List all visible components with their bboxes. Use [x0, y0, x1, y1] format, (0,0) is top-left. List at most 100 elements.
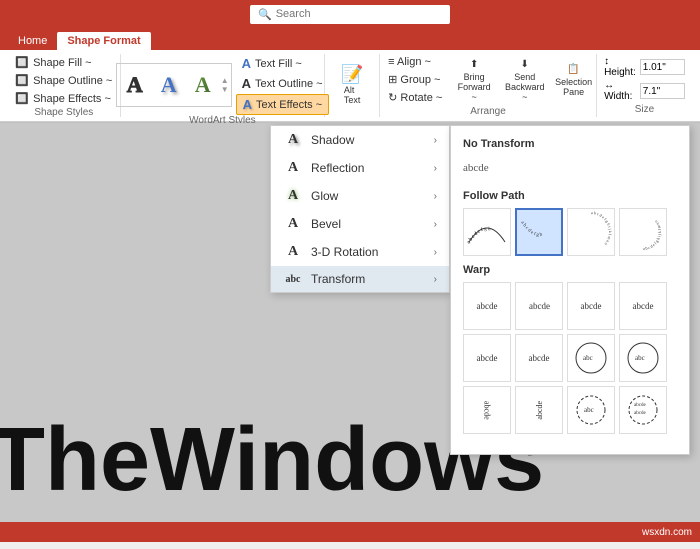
- main-area: TheWindows A Shadow › A Reflection › A G…: [0, 123, 700, 522]
- title-bar: 🔍: [0, 0, 700, 28]
- bevel-icon: A: [283, 216, 303, 232]
- text-outline-icon: A: [242, 76, 251, 91]
- accessibility-group: 📝 AltText: [325, 54, 380, 117]
- warp-item-8[interactable]: abc: [619, 334, 667, 382]
- svg-text:abc: abc: [583, 354, 593, 362]
- selection-pane-icon: 📋: [567, 64, 579, 75]
- warp-item-1[interactable]: abcde: [463, 282, 511, 330]
- reflection-chevron: ›: [434, 163, 437, 174]
- text-outline-button[interactable]: A Text Outline ~: [236, 74, 330, 93]
- svg-text:abc: abc: [584, 406, 594, 414]
- warp-item-2[interactable]: abcde: [515, 282, 563, 330]
- search-bar[interactable]: 🔍: [250, 5, 450, 24]
- transform-icon: abc: [283, 274, 303, 285]
- shape-outline-button[interactable]: 🔲 Shape Outline ~: [9, 72, 118, 89]
- width-input[interactable]: [640, 83, 685, 99]
- tab-shape-format[interactable]: Shape Format: [57, 32, 150, 50]
- text-effect-buttons: A Text Fill ~ A Text Outline ~ A Text Ef…: [236, 54, 330, 115]
- search-input[interactable]: [276, 8, 436, 20]
- warp-item-12[interactable]: abcde abcde: [619, 386, 667, 434]
- search-icon: 🔍: [258, 8, 272, 21]
- transform-submenu: No Transform abcde Follow Path a b c d e…: [450, 125, 690, 455]
- shadow-chevron: ›: [434, 135, 437, 146]
- circle-item[interactable]: a b c d e f g h i j k l m n o: [567, 208, 615, 256]
- 3d-rotation-chevron: ›: [434, 247, 437, 258]
- rotate-button[interactable]: ↻ Rotate ~: [382, 89, 448, 106]
- shape-fill-icon: 🔲: [15, 56, 29, 69]
- shape-effects-button[interactable]: 🔲 Shape Effects ~: [9, 90, 118, 107]
- wordart-sample-3[interactable]: A: [187, 67, 219, 103]
- selection-pane-button[interactable]: 📋 SelectionPane: [553, 57, 593, 104]
- size-group: ↕ Height: ↔ Width: Size: [597, 54, 692, 117]
- wordart-sample-1[interactable]: A: [119, 67, 151, 103]
- arrange-group: ≡ Align ~ ⊞ Group ~ ↻ Rotate ~ ⬆ BringFo…: [380, 54, 597, 117]
- text-fill-button[interactable]: A Text Fill ~: [236, 54, 330, 73]
- send-backward-icon: ⬇: [521, 59, 529, 70]
- warp-item-10[interactable]: abcde: [515, 386, 563, 434]
- transform-menu-item[interactable]: abc Transform ›: [271, 266, 449, 292]
- size-label: Size: [635, 104, 654, 117]
- follow-path-title: Follow Path: [463, 190, 677, 202]
- shadow-menu-item[interactable]: A Shadow ›: [271, 126, 449, 154]
- text-effects-button[interactable]: A Text Effects ~: [236, 94, 330, 115]
- svg-text:abcde: abcde: [634, 403, 646, 408]
- align-button[interactable]: ≡ Align ~: [382, 54, 448, 70]
- follow-path-grid: a b c d e f a b c d e f g h a b c d e f …: [463, 208, 677, 256]
- glow-menu-item[interactable]: A Glow ›: [271, 182, 449, 210]
- wordart-styles-group: A A A ▲ ▼ A Text Fill ~ A Text Outline ~: [121, 54, 326, 117]
- warp-item-9[interactable]: abcde: [463, 386, 511, 434]
- svg-text:a b c d e f g h i j k l m n o: a b c d e f g h i j k l m n o: [643, 219, 662, 251]
- svg-text:abc: abc: [635, 354, 645, 362]
- tab-home[interactable]: Home: [8, 32, 57, 50]
- wordart-items: A A A ▲ ▼ A Text Fill ~ A Text Outline ~: [116, 54, 329, 115]
- 3d-rotation-icon: A: [283, 244, 303, 260]
- text-effects-icon: A: [243, 97, 252, 112]
- warp-title: Warp: [463, 264, 677, 276]
- send-backward-button[interactable]: ⬇ SendBackward ~: [500, 57, 549, 104]
- shape-buttons: 🔲 Shape Fill ~ 🔲 Shape Outline ~ 🔲 Shape…: [9, 54, 118, 107]
- shape-styles-label: Shape Styles: [34, 107, 93, 120]
- text-fill-icon: A: [242, 56, 251, 71]
- arch-down-item[interactable]: a b c d e f g h Arch: Down: [515, 208, 563, 256]
- warp-item-5[interactable]: abcde: [463, 334, 511, 382]
- bevel-menu-item[interactable]: A Bevel ›: [271, 210, 449, 238]
- ribbon-tabs: Home Shape Format: [0, 28, 700, 50]
- 3d-rotation-menu-item[interactable]: A 3-D Rotation ›: [271, 238, 449, 266]
- reflection-menu-item[interactable]: A Reflection ›: [271, 154, 449, 182]
- warp-grid: abcde abcde abcde abcde abcde abcde abc: [463, 282, 677, 434]
- shape-styles-items: 🔲 Shape Fill ~ 🔲 Shape Outline ~ 🔲 Shape…: [9, 54, 118, 107]
- height-label: ↕ Height:: [604, 56, 636, 78]
- circle-reverse-item[interactable]: a b c d e f g h i j k l m n o: [619, 208, 667, 256]
- wordart-samples: A A A ▲ ▼: [116, 63, 232, 107]
- no-transform-title: No Transform: [463, 138, 677, 150]
- transform-chevron: ›: [434, 274, 437, 285]
- alt-text-icon: 📝: [341, 65, 363, 83]
- svg-text:a b c d e f g h: a b c d e f g h: [467, 227, 492, 245]
- ribbon: 🔲 Shape Fill ~ 🔲 Shape Outline ~ 🔲 Shape…: [0, 50, 700, 122]
- wordart-sample-2[interactable]: A: [153, 67, 185, 103]
- no-transform-preview: abcde: [463, 162, 489, 174]
- warp-item-4[interactable]: abcde: [619, 282, 667, 330]
- svg-text:a b c d e f g h: a b c d e f g h: [519, 220, 543, 238]
- svg-text:a b c d e f g h i j k l m n o: a b c d e f g h i j k l m n o: [591, 210, 613, 246]
- arrange-label: Arrange: [470, 106, 506, 119]
- shadow-icon: A: [283, 132, 303, 148]
- reflection-icon: A: [283, 160, 303, 176]
- warp-item-11[interactable]: abc: [567, 386, 615, 434]
- wordart-scroll[interactable]: ▲ ▼: [221, 67, 229, 103]
- glow-chevron: ›: [434, 191, 437, 202]
- bring-forward-button[interactable]: ⬆ BringForward ~: [452, 57, 496, 104]
- alt-text-button[interactable]: 📝 AltText: [334, 63, 370, 107]
- arch-up-item[interactable]: a b c d e f a b c d e f g h: [463, 208, 511, 256]
- warp-item-6[interactable]: abcde: [515, 334, 563, 382]
- watermark-text: wsxdn.com: [642, 527, 692, 538]
- status-bar: wsxdn.com: [0, 522, 700, 542]
- text-effects-dropdown: A Shadow › A Reflection › A Glow › A Bev…: [270, 125, 450, 293]
- group-button[interactable]: ⊞ Group ~: [382, 71, 448, 88]
- height-input[interactable]: [640, 59, 685, 75]
- svg-text:abcde: abcde: [634, 411, 646, 416]
- warp-item-7[interactable]: abc: [567, 334, 615, 382]
- shape-styles-group: 🔲 Shape Fill ~ 🔲 Shape Outline ~ 🔲 Shape…: [8, 54, 121, 117]
- warp-item-3[interactable]: abcde: [567, 282, 615, 330]
- shape-fill-button[interactable]: 🔲 Shape Fill ~: [9, 54, 118, 71]
